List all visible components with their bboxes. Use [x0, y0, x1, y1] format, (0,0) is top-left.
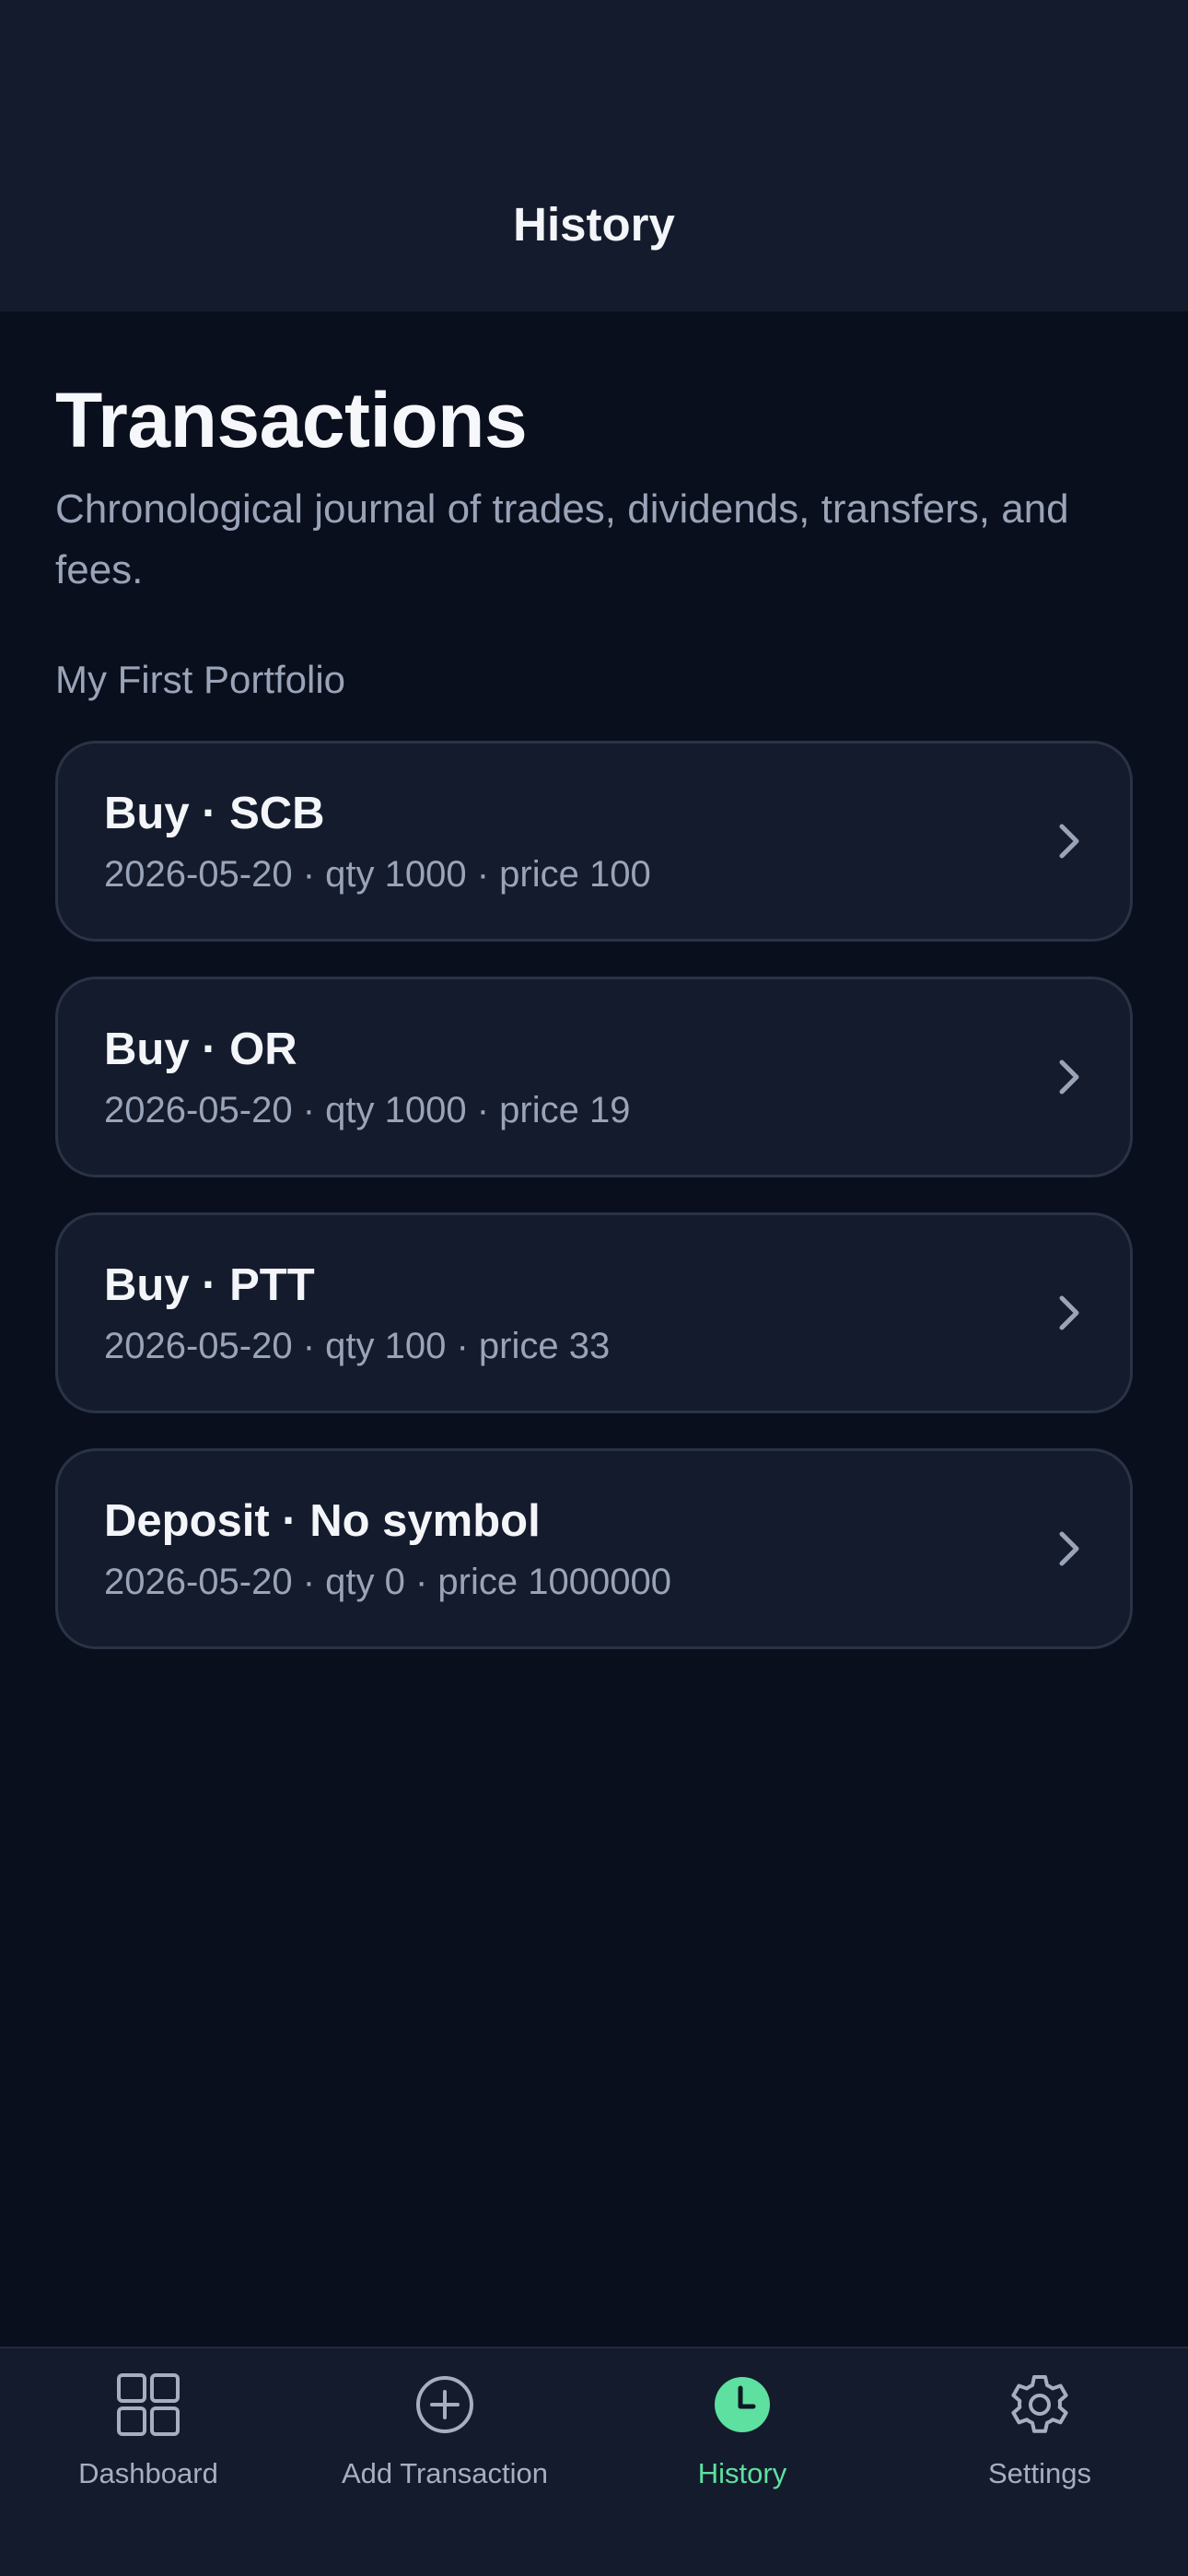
nav-title: History [513, 198, 675, 251]
transaction-card[interactable]: Buy · PTT 2026-05-20 · qty 100 · price 3… [55, 1212, 1133, 1413]
transaction-card[interactable]: Buy · SCB 2026-05-20 · qty 1000 · price … [55, 741, 1133, 942]
tab-label: Add Transaction [341, 2457, 549, 2489]
grid-icon [117, 2373, 180, 2436]
transaction-list: Buy · SCB 2026-05-20 · qty 1000 · price … [55, 741, 1133, 1684]
app-screen: History Transactions Chronological journ… [0, 0, 1188, 2576]
chevron-right-icon [1059, 824, 1079, 859]
clock-icon [715, 2377, 770, 2432]
tab-label: Settings [987, 2457, 1091, 2489]
tab-add-transaction[interactable]: Add Transaction [297, 2348, 593, 2533]
tab-bar: Dashboard Add Transaction History Settin… [0, 2347, 1188, 2576]
plus-circle-icon [416, 2376, 473, 2433]
gear-icon [1011, 2375, 1068, 2433]
transaction-title: Buy · PTT [104, 1260, 315, 1310]
page-title: Transactions [55, 377, 528, 463]
tab-dashboard[interactable]: Dashboard [0, 2348, 297, 2533]
tab-label: Dashboard [78, 2457, 218, 2489]
transaction-details: 2026-05-20 · qty 1000 · price 19 [104, 1090, 631, 1130]
transaction-title: Buy · SCB [104, 789, 325, 838]
chevron-right-icon [1059, 1531, 1079, 1566]
tab-label: History [697, 2457, 787, 2489]
transaction-details: 2026-05-20 · qty 1000 · price 100 [104, 854, 651, 895]
transaction-card[interactable]: Deposit · No symbol 2026-05-20 · qty 0 ·… [55, 1448, 1133, 1649]
portfolio-name: My First Portfolio [55, 658, 346, 701]
chevron-right-icon [1059, 1060, 1079, 1095]
transaction-title: Buy · OR [104, 1025, 297, 1074]
transaction-title: Deposit · No symbol [104, 1496, 541, 1546]
navigation-bar: History [0, 0, 1188, 311]
transaction-details: 2026-05-20 · qty 100 · price 33 [104, 1326, 611, 1366]
transaction-card[interactable]: Buy · OR 2026-05-20 · qty 1000 · price 1… [55, 977, 1133, 1177]
page-subtitle: Chronological journal of trades, dividen… [55, 486, 1069, 592]
tab-history[interactable]: History [594, 2348, 891, 2533]
transaction-details: 2026-05-20 · qty 0 · price 1000000 [104, 1562, 671, 1602]
tab-settings[interactable]: Settings [891, 2348, 1188, 2533]
chevron-right-icon [1059, 1295, 1079, 1330]
